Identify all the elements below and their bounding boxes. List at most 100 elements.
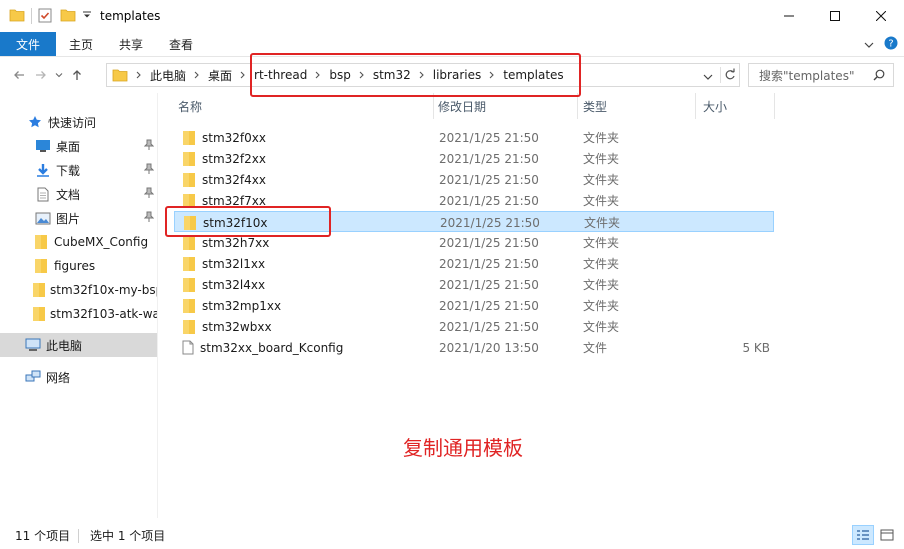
breadcrumb-this-pc[interactable]: 此电脑 bbox=[150, 64, 186, 86]
file-name[interactable]: stm32l4xx bbox=[182, 274, 265, 295]
chevron-right-icon bbox=[136, 71, 142, 79]
table-row[interactable]: stm32f0xx 2021/1/25 21:50 文件夹 bbox=[174, 127, 774, 148]
item-count: 11 个项目 bbox=[15, 529, 71, 543]
tab-share[interactable]: 共享 bbox=[106, 32, 156, 56]
file-name[interactable]: stm32xx_board_Kconfig bbox=[182, 337, 343, 358]
chevron-down-icon[interactable] bbox=[703, 70, 713, 84]
table-row[interactable]: stm32xx_board_Kconfig 2021/1/20 13:50 文件 5 … bbox=[174, 337, 774, 358]
nav-this-pc[interactable]: 此电脑 bbox=[0, 333, 157, 357]
file-name[interactable]: stm32f0xx bbox=[182, 127, 266, 148]
up-button[interactable] bbox=[66, 64, 88, 86]
file-name[interactable]: stm32wbxx bbox=[182, 316, 272, 337]
close-button[interactable] bbox=[858, 0, 904, 32]
table-row[interactable]: stm32mp1xx 2021/1/25 21:50 文件夹 bbox=[174, 295, 774, 316]
column-header-name[interactable]: 名称 bbox=[178, 93, 202, 119]
file-date: 2021/1/25 21:50 bbox=[439, 256, 539, 271]
file-type: 文件夹 bbox=[583, 299, 620, 313]
folder-icon bbox=[32, 257, 50, 275]
refresh-icon[interactable] bbox=[724, 68, 736, 85]
nav-item-documents[interactable]: 文档 bbox=[0, 182, 157, 206]
pin-icon[interactable] bbox=[143, 187, 155, 202]
file-size bbox=[694, 316, 770, 337]
nav-network[interactable]: 网络 bbox=[0, 365, 157, 389]
minimize-button[interactable] bbox=[766, 0, 812, 32]
file-size bbox=[694, 148, 770, 169]
details-view-button[interactable] bbox=[852, 525, 874, 545]
table-row[interactable]: stm32l4xx 2021/1/25 21:50 文件夹 bbox=[174, 274, 774, 295]
pin-icon[interactable] bbox=[143, 139, 155, 154]
window-controls bbox=[766, 0, 904, 32]
column-header-type[interactable]: 类型 bbox=[583, 93, 607, 119]
nav-item-stm32f10x-my-bsp[interactable]: stm32f10x-my-bsp bbox=[0, 278, 158, 302]
tab-home[interactable]: 主页 bbox=[56, 32, 106, 56]
table-row[interactable]: stm32l1xx 2021/1/25 21:50 文件夹 bbox=[174, 253, 774, 274]
back-button[interactable] bbox=[8, 64, 30, 86]
file-type: 文件夹 bbox=[583, 194, 620, 208]
folder-icon bbox=[32, 233, 50, 251]
quick-access-toolbar bbox=[0, 0, 92, 32]
nav-item-downloads[interactable]: 下载 bbox=[0, 158, 157, 182]
file-type: 文件夹 bbox=[583, 173, 620, 187]
selection-count: 选中 1 个项目 bbox=[90, 529, 166, 543]
nav-item-stm32f103-atk-wa[interactable]: stm32f103-atk-wa bbox=[0, 302, 157, 326]
recent-locations-button[interactable] bbox=[52, 64, 66, 86]
forward-button[interactable] bbox=[30, 64, 52, 86]
table-row[interactable]: stm32wbxx 2021/1/25 21:50 文件夹 bbox=[174, 316, 774, 337]
folder-icon bbox=[182, 151, 196, 167]
table-row[interactable]: stm32f2xx 2021/1/25 21:50 文件夹 bbox=[174, 148, 774, 169]
search-placeholder: 搜索"templates" bbox=[759, 68, 855, 83]
nav-label: 此电脑 bbox=[46, 338, 83, 353]
file-type: 文件夹 bbox=[583, 257, 620, 271]
expand-ribbon-icon[interactable] bbox=[864, 38, 874, 52]
folder-icon bbox=[182, 256, 196, 272]
folder-icon bbox=[182, 172, 196, 188]
nav-quick-access[interactable]: 快速访问 bbox=[0, 110, 157, 134]
search-input[interactable]: 搜索"templates" bbox=[748, 63, 894, 87]
status-bar: 11 个项目 选中 1 个项目 bbox=[0, 522, 904, 549]
window-title: templates bbox=[100, 9, 161, 23]
tab-file[interactable]: 文件 bbox=[0, 32, 56, 56]
chevron-right-icon[interactable] bbox=[240, 71, 246, 79]
pin-icon[interactable] bbox=[143, 211, 155, 226]
file-date: 2021/1/25 21:50 bbox=[439, 193, 539, 208]
computer-icon bbox=[24, 336, 42, 354]
pin-icon[interactable] bbox=[143, 163, 155, 178]
folder-icon bbox=[32, 281, 46, 299]
nav-label: 快速访问 bbox=[48, 115, 97, 130]
large-icons-view-button[interactable] bbox=[876, 525, 898, 545]
file-type: 文件夹 bbox=[583, 278, 620, 292]
nav-item-desktop[interactable]: 桌面 bbox=[0, 134, 157, 158]
file-date: 2021/1/25 21:50 bbox=[439, 319, 539, 334]
folder-icon bbox=[112, 68, 128, 82]
nav-label: stm32f10x-my-bsp bbox=[50, 283, 158, 297]
folder-icon bbox=[182, 319, 196, 335]
customize-toolbar-icon[interactable] bbox=[82, 9, 92, 23]
file-name[interactable]: stm32f4xx bbox=[182, 169, 266, 190]
annotation-note: 复制通用模板 bbox=[403, 436, 523, 460]
maximize-button[interactable] bbox=[812, 0, 858, 32]
file-type: 文件夹 bbox=[583, 131, 620, 145]
help-icon[interactable]: ? bbox=[884, 36, 898, 53]
nav-item-figures[interactable]: figures bbox=[0, 254, 157, 278]
file-name[interactable]: stm32mp1xx bbox=[182, 295, 281, 316]
file-date: 2021/1/25 21:50 bbox=[440, 215, 540, 230]
search-icon[interactable] bbox=[873, 69, 885, 84]
tab-view[interactable]: 查看 bbox=[156, 32, 206, 56]
chevron-right-icon[interactable] bbox=[194, 71, 200, 79]
properties-icon[interactable] bbox=[38, 7, 52, 26]
file-size bbox=[694, 295, 770, 316]
column-header-size[interactable]: 大小 bbox=[703, 93, 727, 119]
file-name[interactable]: stm32f2xx bbox=[182, 148, 266, 169]
file-date: 2021/1/25 21:50 bbox=[439, 151, 539, 166]
nav-label: 图片 bbox=[56, 211, 81, 226]
file-name[interactable]: stm32l1xx bbox=[182, 253, 265, 274]
nav-label: 网络 bbox=[46, 370, 71, 385]
star-icon bbox=[26, 113, 44, 131]
breadcrumb-desktop[interactable]: 桌面 bbox=[208, 64, 232, 86]
folder-icon bbox=[182, 277, 196, 293]
nav-label: 文档 bbox=[56, 187, 81, 202]
new-folder-icon[interactable] bbox=[60, 8, 76, 25]
table-row[interactable]: stm32f4xx 2021/1/25 21:50 文件夹 bbox=[174, 169, 774, 190]
nav-item-cubemx-config[interactable]: CubeMX_Config bbox=[0, 230, 157, 254]
nav-item-pictures[interactable]: 图片 bbox=[0, 206, 157, 230]
